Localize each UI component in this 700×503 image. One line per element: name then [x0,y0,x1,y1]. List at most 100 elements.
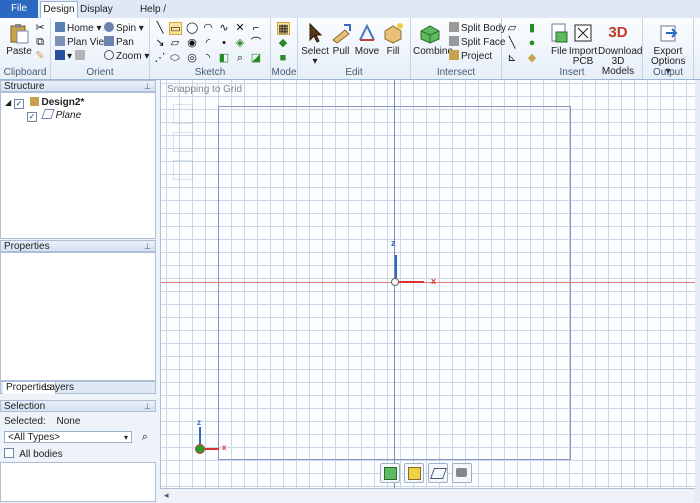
three-point-arc-icon[interactable]: ◝ [202,52,214,64]
axis-insert-icon[interactable]: ╲ [506,37,518,49]
pull-label: Pull [332,46,350,57]
output-group: Export Options ▾ Output [643,18,694,79]
spin-icon [104,22,114,32]
home-button[interactable]: Home ▾ [55,22,102,35]
fill-button[interactable]: Fill [376,22,410,57]
scroll-left-icon[interactable]: ◂ [164,490,169,501]
tangent-line-icon[interactable]: ↘ [154,37,166,49]
polygon-tool-icon[interactable]: ▱ [169,37,181,49]
rectangle-tool-icon[interactable]: ▭ [169,22,182,35]
slot-tool-icon[interactable]: ⬭ [169,52,181,64]
all-bodies-checkbox[interactable]: All bodies [4,448,63,460]
pull-icon [332,24,351,44]
ribbon: Paste ✂ ⧉ ✎ Clipboard Home ▾ Plan View ▾… [0,18,700,80]
tab-design[interactable]: Design [40,1,78,19]
3d-mode-icon[interactable]: ■ [277,52,289,64]
zoom-label: Zoom [116,51,142,62]
plane-visibility-checkbox[interactable]: ✓ [27,112,37,122]
tab-file[interactable]: File [0,0,38,18]
solid-view-icon[interactable] [380,463,400,483]
split-face-icon [449,36,459,46]
clipboard-group-label: Clipboard [3,67,47,78]
section-mode-icon[interactable]: ◆ [277,37,289,49]
selected-info: Selected: None [4,416,80,428]
shell-icon[interactable]: ◆ [526,52,538,64]
faded-tool-icon [173,132,193,152]
fill-label: Fill [386,46,400,57]
all-bodies-checkbox-box[interactable] [4,448,14,458]
sweep-arc-icon[interactable]: ◜ [202,37,214,49]
x-axis-label: x [431,276,437,286]
tree-item-design[interactable]: ◢ ✓ Design2* [5,97,84,109]
plan-view-button[interactable]: Plan View [55,36,111,49]
fillet-tool-icon[interactable]: ⌒ [250,37,262,49]
export-options-label: Export Options [651,46,686,67]
face-curve-icon[interactable]: ◪ [250,52,262,64]
tab-display[interactable]: Display [80,2,113,18]
paste-button[interactable]: Paste [2,22,36,57]
design-visibility-checkbox[interactable]: ✓ [13,99,24,109]
format-painter-icon[interactable]: ✎ [34,50,46,62]
view-cube-button[interactable]: ▾ [55,50,87,63]
line-tool-icon[interactable]: ╲ [154,22,166,34]
sphere-icon[interactable]: ● [526,37,538,49]
plane-insert-icon[interactable]: ▱ [506,22,518,34]
paste-label: Paste [6,46,32,57]
split-body-button[interactable]: Split Body [449,22,506,35]
insert-group: ▱ ▮ ╲ ● ⊾ ◆ File Import PCB 3D Download … [502,18,643,79]
three-point-circle-icon[interactable]: ◎ [186,52,198,64]
pan-icon [104,36,114,46]
split-face-label: Split Face [461,37,506,48]
tree-item-plane[interactable]: ✓ Plane [27,109,82,122]
selected-label: Selected: [4,416,46,427]
project-button[interactable]: Project [449,50,492,63]
bend-tool-icon[interactable]: ⌕ [234,52,246,64]
origin-point-icon [391,278,399,286]
plane-name: Plane [55,110,82,121]
move-icon [359,23,375,41]
import-pcb-label: Import PCB [568,46,598,67]
snapping-status: Snapping to Grid [167,84,243,95]
combine-button[interactable]: Combine [413,22,453,57]
search-icon[interactable]: ⌕ [139,431,151,443]
x-axis-line [161,282,696,283]
corner-tool-icon[interactable]: ⌐ [250,22,262,34]
spin-button[interactable]: Spin ▾ [104,22,144,35]
horizontal-scrollbar[interactable]: ◂ [160,488,695,503]
type-filter-select[interactable]: <All Types> ▾ [4,431,132,443]
tab-help-resources[interactable]: Help / Resources [118,2,188,31]
vertical-scrollbar[interactable] [695,80,700,502]
point-tool-icon[interactable]: • [218,37,230,49]
copy-icon[interactable]: ⧉ [34,36,46,48]
combine-label: Combine [413,46,454,57]
sketch-grid-icon[interactable] [404,463,424,483]
circle-tool-icon[interactable]: ◯ [186,22,198,34]
zoom-button[interactable]: Zoom ▾ [104,50,149,63]
cut-icon[interactable]: ✂ [34,22,46,34]
paste-icon [10,24,29,44]
cylinder-icon[interactable]: ▮ [526,22,538,34]
trim-tool-icon[interactable]: ✕ [234,22,246,34]
mode-group: ▦ ◆ ■ Mode [271,18,298,79]
construction-line-icon[interactable]: ⋰ [154,52,166,64]
spline-tool-icon[interactable]: ∿ [218,22,230,34]
offset-tool-icon[interactable]: ◈ [234,37,246,49]
arc-tool-icon[interactable]: ◠ [202,22,214,34]
origin-insert-icon[interactable]: ⊾ [506,52,518,64]
tab-layers[interactable]: Layers [41,382,77,394]
sketch-mode-icon[interactable]: ▦ [277,22,290,35]
pan-button[interactable]: Pan [104,36,134,49]
split-body-label: Split Body [461,23,507,34]
properties-panel [0,252,156,381]
project-tool-icon[interactable]: ◧ [218,52,230,64]
design-canvas[interactable]: Snapping to Grid z x z x [160,80,696,488]
split-face-button[interactable]: Split Face [449,36,505,49]
project-label: Project [461,51,493,62]
faded-tool-icon [173,160,193,180]
expand-icon[interactable]: ◢ [5,98,11,107]
ellipse-tool-icon[interactable]: ◉ [186,37,198,49]
import-pcb-button[interactable]: Import PCB [566,22,600,67]
intersect-group: Combine Split Body Split Face Project In… [411,18,506,79]
section-view-icon[interactable] [428,463,448,483]
camera-view-icon[interactable] [452,463,472,483]
